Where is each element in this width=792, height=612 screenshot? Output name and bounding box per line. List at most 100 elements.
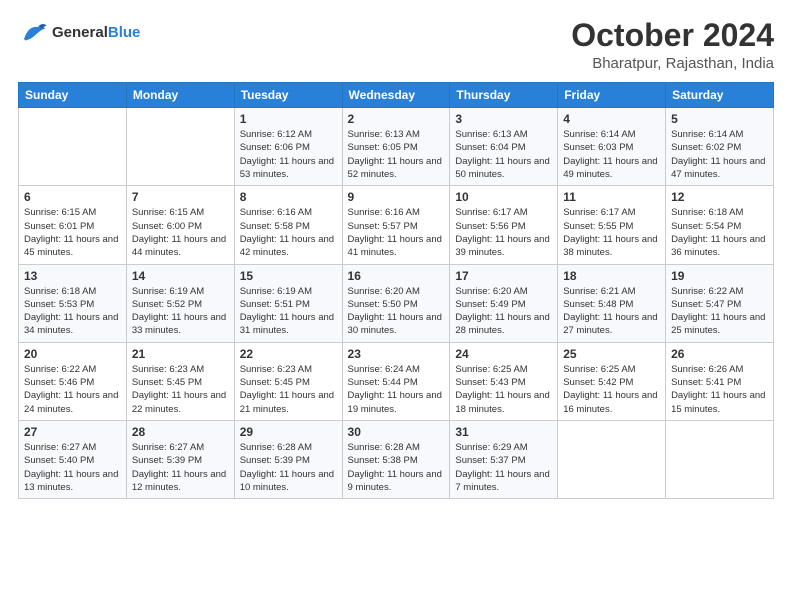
- day-info: Sunrise: 6:18 AM Sunset: 5:53 PM Dayligh…: [24, 285, 121, 338]
- day-info: Sunrise: 6:15 AM Sunset: 6:01 PM Dayligh…: [24, 206, 121, 259]
- logo-general: General: [52, 25, 108, 42]
- calendar-cell: 26 Sunrise: 6:26 AM Sunset: 5:41 PM Dayli…: [666, 342, 774, 420]
- calendar-week-5: 27Sunrise: 6:27 AM Sunset: 5:40 PM Dayli…: [19, 420, 774, 498]
- calendar-cell: 24 Sunrise: 6:25 AM Sunset: 5:43 PM Dayli…: [450, 342, 558, 420]
- day-number: 25: [563, 347, 660, 361]
- day-number: 24: [455, 347, 552, 361]
- calendar-week-4: 20 Sunrise: 6:22 AM Sunset: 5:46 PM Dayli…: [19, 342, 774, 420]
- calendar-week-1: 1 Sunrise: 6:12 AM Sunset: 6:06 PM Daylig…: [19, 108, 774, 186]
- day-number: 7: [132, 190, 229, 204]
- day-info: Sunrise: 6:16 AM Sunset: 5:58 PM Dayligh…: [240, 206, 337, 259]
- calendar-cell: 4Sunrise: 6:14 AM Sunset: 6:03 PM Daylig…: [558, 108, 666, 186]
- day-info: Sunrise: 6:27 AM Sunset: 5:39 PM Dayligh…: [132, 441, 229, 494]
- day-info: Sunrise: 6:20 AM Sunset: 5:49 PM Dayligh…: [455, 285, 552, 338]
- day-number: 21: [132, 347, 229, 361]
- day-info: Sunrise: 6:24 AM Sunset: 5:44 PM Dayligh…: [348, 363, 445, 416]
- day-info: Sunrise: 6:19 AM Sunset: 5:52 PM Dayligh…: [132, 285, 229, 338]
- calendar-cell: 16 Sunrise: 6:20 AM Sunset: 5:50 PM Dayli…: [342, 264, 450, 342]
- day-info: Sunrise: 6:15 AM Sunset: 6:00 PM Dayligh…: [132, 206, 229, 259]
- day-number: 9: [348, 190, 445, 204]
- day-number: 13: [24, 269, 121, 283]
- calendar-week-3: 13 Sunrise: 6:18 AM Sunset: 5:53 PM Dayli…: [19, 264, 774, 342]
- day-info: Sunrise: 6:17 AM Sunset: 5:56 PM Dayligh…: [455, 206, 552, 259]
- calendar-cell: 20 Sunrise: 6:22 AM Sunset: 5:46 PM Dayli…: [19, 342, 127, 420]
- logo: General Blue: [18, 18, 140, 48]
- day-number: 30: [348, 425, 445, 439]
- calendar-cell: 7 Sunrise: 6:15 AM Sunset: 6:00 PM Daylig…: [126, 186, 234, 264]
- day-info: Sunrise: 6:17 AM Sunset: 5:55 PM Dayligh…: [563, 206, 660, 259]
- calendar-cell: [558, 420, 666, 498]
- calendar-cell: 21 Sunrise: 6:23 AM Sunset: 5:45 PM Dayli…: [126, 342, 234, 420]
- day-number: 16: [348, 269, 445, 283]
- day-number: 3: [455, 112, 552, 126]
- day-number: 23: [348, 347, 445, 361]
- calendar-cell: 13 Sunrise: 6:18 AM Sunset: 5:53 PM Dayli…: [19, 264, 127, 342]
- day-number: 14: [132, 269, 229, 283]
- weekday-header-tuesday: Tuesday: [234, 83, 342, 108]
- calendar-cell: 19 Sunrise: 6:22 AM Sunset: 5:47 PM Dayli…: [666, 264, 774, 342]
- calendar-table: SundayMondayTuesdayWednesdayThursdayFrid…: [18, 82, 774, 499]
- header: General Blue October 2024 Bharatpur, Raj…: [18, 18, 774, 72]
- day-info: Sunrise: 6:16 AM Sunset: 5:57 PM Dayligh…: [348, 206, 445, 259]
- day-info: Sunrise: 6:26 AM Sunset: 5:41 PM Dayligh…: [671, 363, 768, 416]
- calendar-cell: 10 Sunrise: 6:17 AM Sunset: 5:56 PM Dayli…: [450, 186, 558, 264]
- day-number: 22: [240, 347, 337, 361]
- day-number: 31: [455, 425, 552, 439]
- day-info: Sunrise: 6:28 AM Sunset: 5:38 PM Dayligh…: [348, 441, 445, 494]
- logo-blue: Blue: [108, 25, 141, 42]
- day-number: 29: [240, 425, 337, 439]
- day-number: 5: [671, 112, 768, 126]
- calendar-cell: 30 Sunrise: 6:28 AM Sunset: 5:38 PM Dayli…: [342, 420, 450, 498]
- calendar-cell: 5 Sunrise: 6:14 AM Sunset: 6:02 PM Daylig…: [666, 108, 774, 186]
- day-info: Sunrise: 6:21 AM Sunset: 5:48 PM Dayligh…: [563, 285, 660, 338]
- calendar-cell: 2Sunrise: 6:13 AM Sunset: 6:05 PM Daylig…: [342, 108, 450, 186]
- weekday-header-monday: Monday: [126, 83, 234, 108]
- calendar-cell: 27Sunrise: 6:27 AM Sunset: 5:40 PM Dayli…: [19, 420, 127, 498]
- day-info: Sunrise: 6:18 AM Sunset: 5:54 PM Dayligh…: [671, 206, 768, 259]
- calendar-cell: 9 Sunrise: 6:16 AM Sunset: 5:57 PM Daylig…: [342, 186, 450, 264]
- day-info: Sunrise: 6:25 AM Sunset: 5:42 PM Dayligh…: [563, 363, 660, 416]
- title-area: October 2024 Bharatpur, Rajasthan, India: [571, 18, 774, 72]
- logo-icon: [18, 18, 48, 48]
- calendar-cell: 6Sunrise: 6:15 AM Sunset: 6:01 PM Daylig…: [19, 186, 127, 264]
- calendar-cell: [19, 108, 127, 186]
- day-info: Sunrise: 6:14 AM Sunset: 6:02 PM Dayligh…: [671, 128, 768, 181]
- day-number: 11: [563, 190, 660, 204]
- weekday-header-wednesday: Wednesday: [342, 83, 450, 108]
- day-info: Sunrise: 6:22 AM Sunset: 5:47 PM Dayligh…: [671, 285, 768, 338]
- day-info: Sunrise: 6:25 AM Sunset: 5:43 PM Dayligh…: [455, 363, 552, 416]
- day-number: 10: [455, 190, 552, 204]
- day-info: Sunrise: 6:13 AM Sunset: 6:05 PM Dayligh…: [348, 128, 445, 181]
- calendar-cell: 8 Sunrise: 6:16 AM Sunset: 5:58 PM Daylig…: [234, 186, 342, 264]
- day-number: 8: [240, 190, 337, 204]
- title-location: Bharatpur, Rajasthan, India: [571, 55, 774, 72]
- day-info: Sunrise: 6:12 AM Sunset: 6:06 PM Dayligh…: [240, 128, 337, 181]
- day-info: Sunrise: 6:22 AM Sunset: 5:46 PM Dayligh…: [24, 363, 121, 416]
- calendar-cell: 31Sunrise: 6:29 AM Sunset: 5:37 PM Dayli…: [450, 420, 558, 498]
- day-info: Sunrise: 6:20 AM Sunset: 5:50 PM Dayligh…: [348, 285, 445, 338]
- day-info: Sunrise: 6:28 AM Sunset: 5:39 PM Dayligh…: [240, 441, 337, 494]
- calendar-week-2: 6Sunrise: 6:15 AM Sunset: 6:01 PM Daylig…: [19, 186, 774, 264]
- calendar-cell: 28Sunrise: 6:27 AM Sunset: 5:39 PM Dayli…: [126, 420, 234, 498]
- calendar-cell: [126, 108, 234, 186]
- weekday-header-saturday: Saturday: [666, 83, 774, 108]
- day-number: 26: [671, 347, 768, 361]
- day-number: 20: [24, 347, 121, 361]
- calendar-cell: 12Sunrise: 6:18 AM Sunset: 5:54 PM Dayli…: [666, 186, 774, 264]
- day-number: 1: [240, 112, 337, 126]
- day-number: 17: [455, 269, 552, 283]
- logo-text: General Blue: [52, 25, 140, 42]
- calendar-cell: [666, 420, 774, 498]
- weekday-header-friday: Friday: [558, 83, 666, 108]
- day-number: 15: [240, 269, 337, 283]
- day-info: Sunrise: 6:23 AM Sunset: 5:45 PM Dayligh…: [240, 363, 337, 416]
- day-info: Sunrise: 6:23 AM Sunset: 5:45 PM Dayligh…: [132, 363, 229, 416]
- weekday-header-row: SundayMondayTuesdayWednesdayThursdayFrid…: [19, 83, 774, 108]
- page: General Blue October 2024 Bharatpur, Raj…: [0, 0, 792, 612]
- day-number: 19: [671, 269, 768, 283]
- calendar-cell: 11 Sunrise: 6:17 AM Sunset: 5:55 PM Dayli…: [558, 186, 666, 264]
- weekday-header-thursday: Thursday: [450, 83, 558, 108]
- day-info: Sunrise: 6:13 AM Sunset: 6:04 PM Dayligh…: [455, 128, 552, 181]
- day-info: Sunrise: 6:19 AM Sunset: 5:51 PM Dayligh…: [240, 285, 337, 338]
- title-month: October 2024: [571, 18, 774, 53]
